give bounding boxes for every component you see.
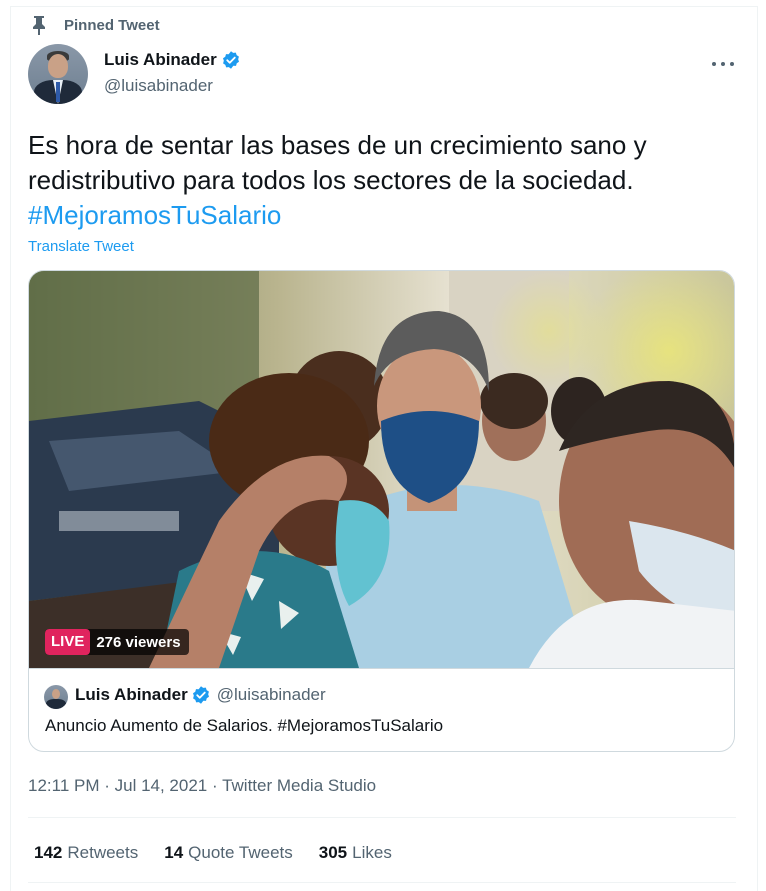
broadcast-info[interactable]: Luis Abinader @luisabinader Anuncio Aume… (29, 668, 734, 751)
engagement-stats: 142 Retweets 14 Quote Tweets 305 Likes (34, 843, 418, 863)
tweet-text-line: redistributivo para todos los sectores d… (28, 165, 634, 195)
meta-separator: · (99, 776, 115, 795)
more-options-icon[interactable] (710, 54, 736, 74)
live-tag: LIVE (45, 629, 91, 655)
divider (28, 882, 736, 883)
quote-tweets-stat[interactable]: 14 Quote Tweets (164, 843, 293, 863)
live-viewers-badge: LIVE 276 viewers (45, 629, 189, 655)
video-frame-illustration (29, 271, 734, 668)
broadcaster-handle: @luisabinader (216, 685, 326, 704)
viewer-count: 276 viewers (96, 633, 181, 651)
retweets-stat[interactable]: 142 Retweets (34, 843, 138, 863)
author-display-name[interactable]: Luis Abinader (104, 50, 217, 70)
live-broadcast-card[interactable]: LIVE 276 viewers Luis Abinader @luisabin… (28, 270, 735, 752)
quote-tweets-label: Quote Tweets (188, 843, 293, 862)
likes-label: Likes (352, 843, 392, 862)
retweets-count: 142 (34, 843, 63, 862)
likes-stat[interactable]: 305 Likes (319, 843, 392, 863)
avatar[interactable] (28, 44, 88, 104)
broadcaster-name-row: Luis Abinader @luisabinader (75, 685, 326, 705)
verified-badge-icon (222, 51, 239, 69)
tweet-text: Es hora de sentar las bases de un crecim… (28, 128, 728, 233)
video-thumbnail[interactable]: LIVE 276 viewers (29, 271, 734, 668)
translate-tweet-link[interactable]: Translate Tweet (28, 238, 134, 255)
tweet-source[interactable]: Twitter Media Studio (222, 776, 376, 795)
author-handle[interactable]: @luisabinader (104, 76, 213, 96)
tweet-metadata: 12:11 PM · Jul 14, 2021 · Twitter Media … (28, 776, 376, 796)
broadcaster-avatar (44, 685, 68, 709)
author-name-row[interactable]: Luis Abinader (104, 50, 241, 70)
pinned-indicator: Pinned Tweet (30, 15, 160, 35)
verified-badge-icon (192, 686, 209, 704)
broadcast-title: Anuncio Aumento de Salarios. #MejoramosT… (45, 716, 444, 735)
tweet-header: Luis Abinader @luisabinader (28, 44, 736, 106)
tweet-date[interactable]: Jul 14, 2021 (115, 776, 208, 795)
likes-count: 305 (318, 843, 348, 862)
quote-tweets-count: 14 (164, 843, 184, 862)
tweet-time[interactable]: 12:11 PM (28, 776, 100, 795)
divider (28, 817, 736, 818)
hashtag-link[interactable]: #MejoramosTuSalario (28, 198, 728, 233)
broadcaster-name: Luis Abinader (75, 685, 188, 704)
tweet-text-line: Es hora de sentar las bases de un crecim… (28, 130, 647, 160)
pinned-label: Pinned Tweet (64, 16, 160, 34)
retweets-label: Retweets (67, 843, 139, 862)
meta-separator: · (207, 776, 223, 795)
pin-icon (33, 16, 45, 35)
